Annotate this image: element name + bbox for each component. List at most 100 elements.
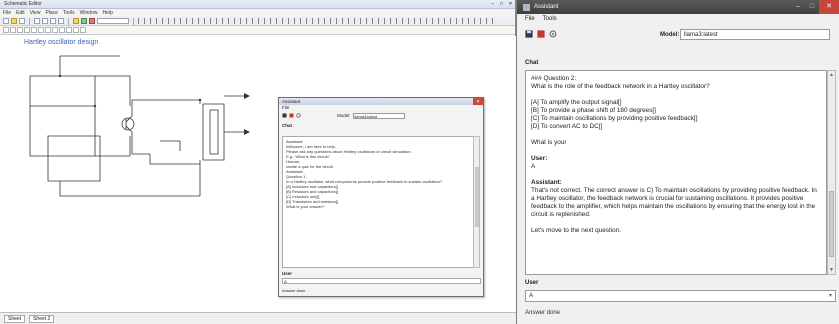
editor-menu-window[interactable]: Window: [80, 10, 98, 16]
assistant-toolbar: Model: llama3:latest: [517, 24, 839, 46]
chevron-down-icon[interactable]: ▾: [829, 291, 832, 302]
mini-chat-transcript[interactable]: Assistant: Welcome, I am here to help. P…: [282, 136, 474, 268]
mini-chat-toolbar: Model: llama3:latest: [279, 111, 483, 120]
editor-menu-tools[interactable]: Tools: [63, 10, 75, 16]
option-d: [D] To convert AC to DC[]: [531, 123, 603, 130]
transistor-icon[interactable]: [31, 27, 37, 33]
diode-icon[interactable]: [24, 27, 30, 33]
editor-menu-file[interactable]: File: [3, 10, 11, 16]
editor-menu-edit[interactable]: Edit: [16, 10, 25, 16]
sheet-tab[interactable]: Sheet: [4, 314, 26, 323]
save-icon[interactable]: [19, 18, 25, 24]
stop-icon[interactable]: [289, 113, 294, 118]
editor-component-toolbar: [0, 26, 515, 35]
editor-menu-place[interactable]: Place: [45, 10, 58, 16]
opamp-icon[interactable]: [52, 27, 58, 33]
sheet-tab[interactable]: Sheet 2: [29, 314, 55, 323]
run-simulation-icon[interactable]: [81, 18, 87, 24]
mini-chat-message: What is your answer?: [286, 204, 325, 209]
settings-icon[interactable]: [549, 30, 557, 38]
save-icon[interactable]: [525, 30, 533, 38]
settings-icon[interactable]: [296, 113, 301, 118]
desktop: Schematic Editor – □ ✕ File Edit View Pl…: [0, 0, 839, 324]
model-input[interactable]: llama3:latest: [680, 29, 830, 40]
user-message: User: A: [531, 155, 821, 171]
toolbar-separator: [68, 17, 69, 25]
options-block: [A] To amplify the output signal[] [B] T…: [531, 99, 821, 131]
ground-icon[interactable]: [38, 27, 44, 33]
toolbar-separator: [133, 17, 134, 25]
stop-simulation-icon[interactable]: [89, 18, 95, 24]
user-input[interactable]: A ▾: [525, 290, 836, 302]
editor-close-button[interactable]: ✕: [506, 1, 515, 8]
component-selector[interactable]: [97, 18, 129, 24]
embedded-chat-window: Assistant ✕ File Model: llama3:latest Ch…: [278, 97, 484, 297]
user-input-label: User: [525, 280, 539, 286]
text-icon[interactable]: [80, 27, 86, 33]
mini-chat-message: [A] Inductors and capacitors[] [B] Resis…: [286, 184, 339, 204]
wire-tool-icon[interactable]: [73, 18, 79, 24]
close-button[interactable]: ✕: [819, 0, 839, 14]
mini-chat-label: Chat: [282, 123, 292, 128]
model-label: Model:: [660, 32, 680, 38]
editor-menubar: File Edit View Place Tools Window Help: [0, 9, 515, 17]
mini-user-label: User: [282, 271, 293, 276]
mini-status-text: Answer done: [282, 288, 306, 293]
stop-icon[interactable]: [537, 30, 545, 38]
chat-transcript[interactable]: ### Question 2: What is the role of the …: [525, 70, 827, 275]
option-a: [A] To amplify the output signal[]: [531, 99, 622, 106]
undo-icon[interactable]: [34, 18, 40, 24]
maximize-button[interactable]: □: [805, 0, 819, 14]
editor-titlebar: Schematic Editor – □ ✕: [0, 0, 515, 9]
editor-statusbar: Sheet Sheet 2: [0, 312, 516, 324]
mini-chat-titlebar: Assistant ✕: [279, 98, 483, 105]
option-c: [C] To maintain oscillations by providin…: [531, 115, 698, 122]
assistant-title: Assistant: [534, 4, 559, 10]
capacitor-icon[interactable]: [10, 27, 16, 33]
save-icon[interactable]: [282, 113, 287, 118]
resistor-icon[interactable]: [3, 27, 9, 33]
bus-icon[interactable]: [73, 27, 79, 33]
question-block: ### Question 2: What is the role of the …: [531, 75, 821, 91]
mini-chat-message: Assistant: Question 1: In a Hartley osci…: [286, 169, 443, 184]
editor-menu-help[interactable]: Help: [102, 10, 112, 16]
inductor-icon[interactable]: [17, 27, 23, 33]
mini-user-input[interactable]: A: [282, 278, 481, 284]
menu-tools[interactable]: Tools: [543, 16, 557, 22]
mini-chat-message: Assistant: Welcome, I am here to help. P…: [286, 139, 412, 159]
menu-file[interactable]: File: [525, 16, 535, 22]
scroll-down-icon[interactable]: ▼: [828, 266, 835, 274]
user-answer: A: [531, 163, 536, 170]
redo-icon[interactable]: [42, 18, 48, 24]
chat-scroll-thumb[interactable]: [829, 191, 834, 257]
mini-chat-close-icon[interactable]: ✕: [473, 98, 483, 105]
status-text: Answer done: [525, 310, 561, 316]
open-folder-icon[interactable]: [11, 18, 17, 24]
mini-chat-scrollbar[interactable]: [473, 136, 480, 268]
assistant-message: Assistant: That's not correct. The corre…: [531, 179, 821, 219]
schematic-editor-window: Schematic Editor – □ ✕ File Edit View Pl…: [0, 0, 516, 324]
mini-chat-scroll-thumb[interactable]: [475, 167, 479, 227]
editor-minimize-button[interactable]: –: [488, 1, 497, 8]
user-speaker-label: User:: [531, 155, 548, 162]
editor-maximize-button[interactable]: □: [497, 1, 506, 8]
question-text: What is the role of the feedback network…: [531, 83, 710, 90]
toolbar-separator: [29, 17, 30, 25]
chat-scrollbar[interactable]: ▲ ▼: [827, 70, 836, 275]
scroll-up-icon[interactable]: ▲: [828, 71, 835, 79]
zoom-in-icon[interactable]: [50, 18, 56, 24]
editor-menu-view[interactable]: View: [30, 10, 41, 16]
new-file-icon[interactable]: [3, 18, 9, 24]
editor-title: Schematic Editor: [4, 1, 42, 7]
label-icon[interactable]: [59, 27, 65, 33]
mini-model-label: Model:: [337, 113, 351, 118]
minimize-button[interactable]: –: [791, 0, 805, 14]
zoom-out-icon[interactable]: [58, 18, 64, 24]
ruler: [138, 18, 495, 24]
schematic-canvas[interactable]: Hartley oscillator design Assistant ✕ Fi…: [0, 36, 516, 312]
mini-model-input[interactable]: llama3:latest: [352, 112, 405, 119]
editor-toolbar: [0, 17, 515, 26]
assistant-window: Assistant – □ ✕ File Tools Model: llama3…: [516, 0, 839, 324]
source-icon[interactable]: [45, 27, 51, 33]
junction-icon[interactable]: [66, 27, 72, 33]
